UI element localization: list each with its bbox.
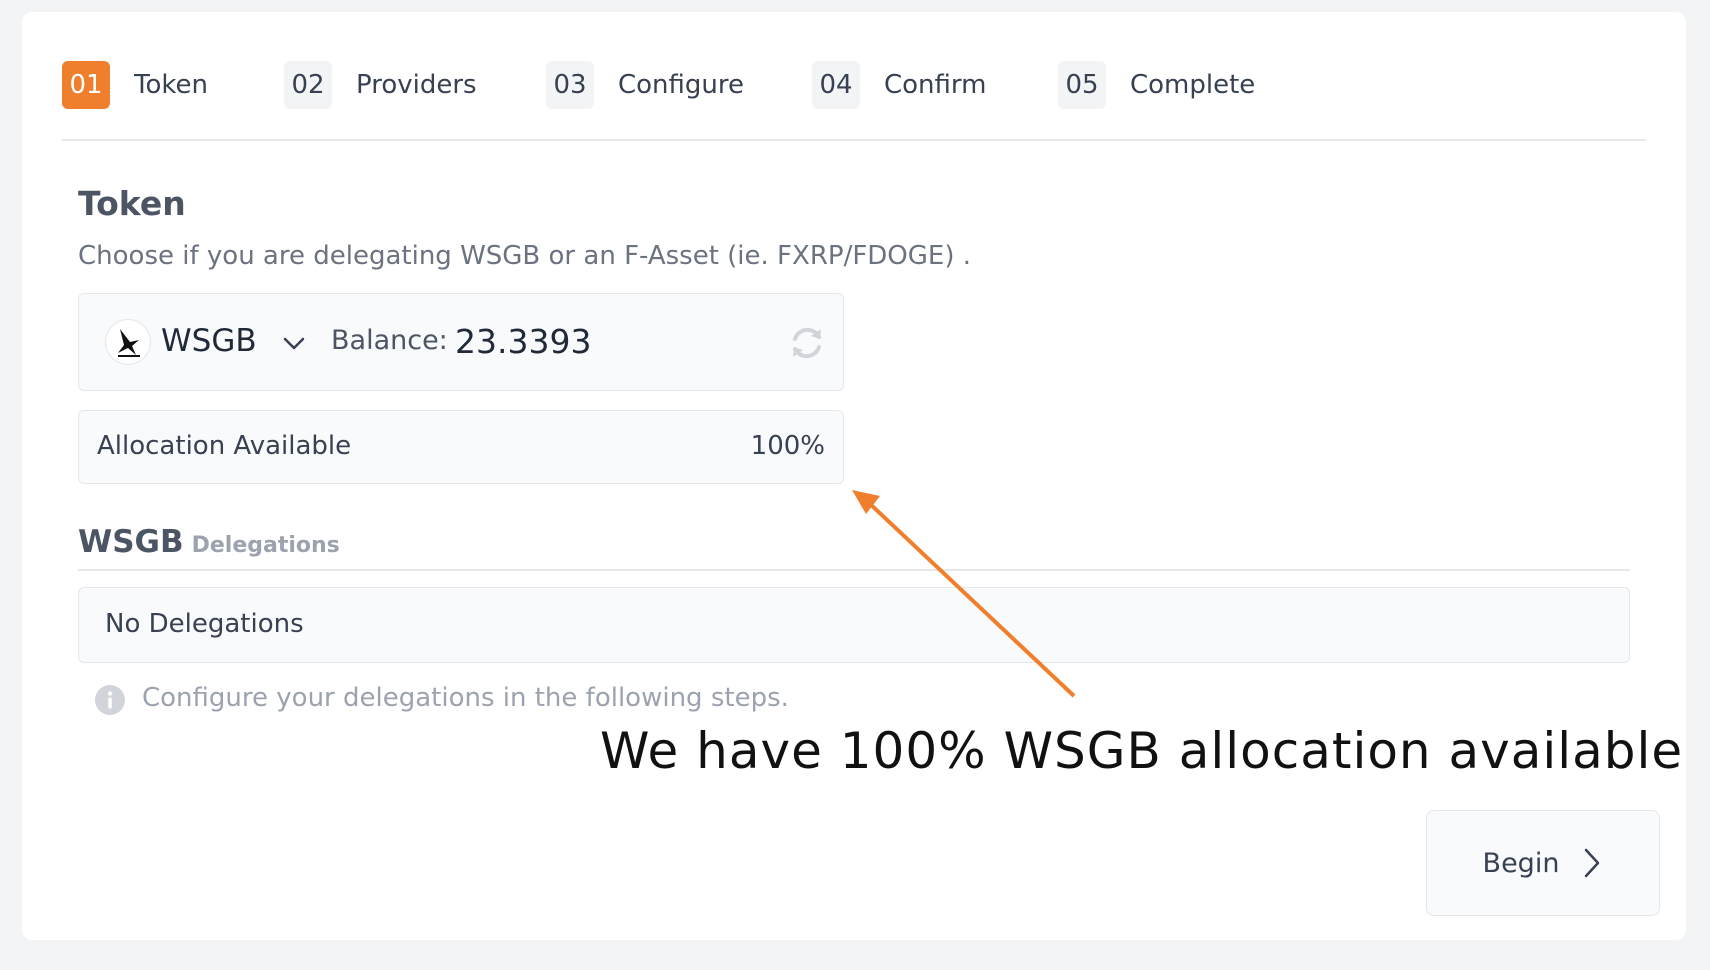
step-number: 04: [812, 61, 860, 109]
step-complete[interactable]: 05 Complete: [1058, 61, 1255, 109]
section-title: Token: [78, 184, 186, 223]
step-label: Token: [134, 70, 208, 100]
step-label: Providers: [356, 70, 477, 100]
delegations-list: No Delegations: [78, 587, 1630, 663]
section-description: Choose if you are delegating WSGB or an …: [78, 241, 972, 271]
allocation-available-panel: Allocation Available 100%: [78, 410, 844, 484]
delegations-subtitle: Delegations: [191, 533, 340, 558]
begin-button[interactable]: Begin: [1426, 810, 1660, 916]
step-number: 05: [1058, 61, 1106, 109]
allocation-label: Allocation Available: [97, 431, 352, 461]
songbird-bird-icon: [105, 319, 151, 365]
wizard-card: 01 Token 02 Providers 03 Configure 04 Co…: [22, 12, 1686, 940]
step-number: 01: [62, 61, 110, 109]
step-label: Complete: [1130, 70, 1256, 100]
chevron-right-icon: [1585, 848, 1600, 878]
token-selector-panel: WSGB Balance: 23.3393: [78, 293, 844, 391]
annotation-text: We have 100% WSGB allocation available: [600, 722, 1684, 780]
delegations-heading: WSGB Delegations: [78, 524, 340, 560]
token-symbol[interactable]: WSGB: [161, 323, 257, 359]
stepper: 01 Token 02 Providers 03 Configure 04 Co…: [62, 61, 1646, 109]
info-icon: [95, 685, 125, 715]
begin-label: Begin: [1482, 847, 1560, 879]
step-confirm[interactable]: 04 Confirm: [812, 61, 986, 109]
delegations-token: WSGB: [78, 524, 184, 560]
info-hint-text: Configure your delegations in the follow…: [142, 683, 789, 713]
step-label: Confirm: [884, 70, 987, 100]
chevron-down-icon[interactable]: [281, 330, 307, 356]
step-label: Configure: [618, 70, 745, 100]
balance-value: 23.3393: [455, 322, 592, 361]
step-configure[interactable]: 03 Configure: [546, 61, 744, 109]
delegations-divider: [78, 569, 1630, 571]
step-token[interactable]: 01 Token: [62, 61, 208, 109]
step-providers[interactable]: 02 Providers: [284, 61, 477, 109]
refresh-icon[interactable]: [787, 323, 827, 363]
no-delegations-text: No Delegations: [105, 609, 304, 639]
step-number: 03: [546, 61, 594, 109]
balance-label: Balance:: [331, 325, 448, 356]
step-number: 02: [284, 61, 332, 109]
stepper-divider: [62, 139, 1646, 141]
allocation-value: 100%: [750, 431, 825, 461]
